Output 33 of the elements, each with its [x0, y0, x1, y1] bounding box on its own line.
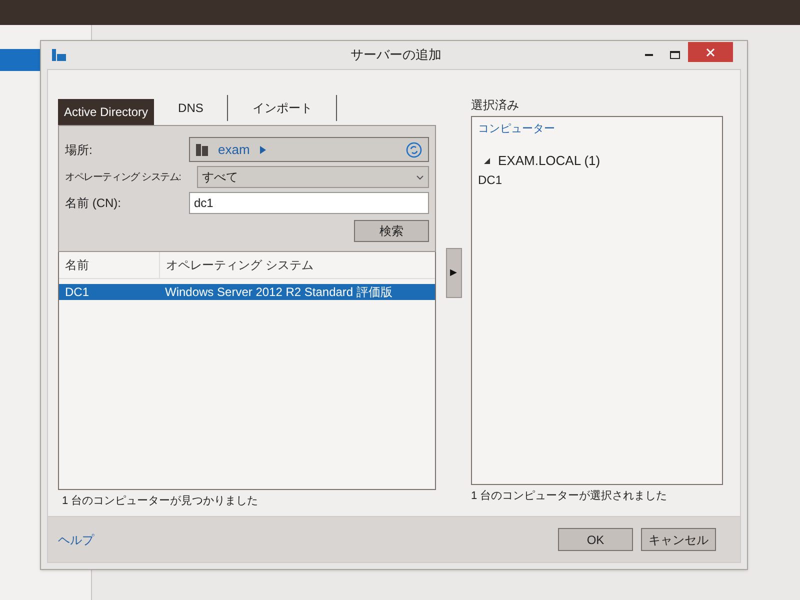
tab[interactable]: インポート — [228, 95, 338, 121]
add-button[interactable]: ▶ — [446, 248, 462, 298]
folder-icon — [196, 142, 208, 156]
status-text: 1 台のコンピューターが選択されました — [471, 489, 668, 504]
chevron-down-icon — [416, 174, 424, 180]
name-field[interactable]: dc1 — [189, 192, 429, 214]
result-row[interactable]: DC1 Windows Server 2012 R2 Standard 評価版 — [59, 284, 435, 300]
window-title: サーバーの追加 — [350, 46, 442, 64]
field-label: 場所: — [65, 142, 94, 158]
status-text: 1 台のコンピューターが見つかりました — [61, 494, 260, 509]
list-item[interactable]: DC1 — [472, 170, 722, 188]
tab[interactable]: Active Directory — [58, 99, 154, 125]
column-header[interactable]: 名前 — [59, 256, 159, 274]
column-header[interactable]: オペレーティング システム — [159, 252, 415, 278]
server-icon — [51, 48, 67, 62]
field-label: オペレーティング システム: — [65, 170, 182, 184]
location-field[interactable]: exam — [189, 137, 429, 162]
caret-icon — [260, 146, 266, 154]
os-dropdown[interactable]: すべて — [197, 166, 429, 188]
search-button[interactable]: 検索 — [354, 220, 429, 242]
expand-triangle-icon[interactable] — [484, 158, 490, 164]
refresh-icon[interactable] — [406, 142, 422, 158]
dialog-button[interactable]: OK — [558, 528, 633, 551]
dialog-button[interactable]: キャンセル — [641, 528, 716, 551]
close-button[interactable] — [688, 42, 733, 62]
help-link[interactable]: ヘルプ — [58, 530, 94, 548]
close-icon — [706, 48, 715, 56]
panel-title: 選択済み — [471, 98, 520, 112]
tab[interactable]: DNS — [154, 95, 228, 121]
column-header[interactable]: コンピューター — [472, 117, 722, 141]
group-label[interactable]: EXAM.LOCAL (1) — [498, 151, 600, 170]
location-value: exam — [218, 140, 250, 159]
field-label: 名前 (CN): — [65, 195, 122, 212]
